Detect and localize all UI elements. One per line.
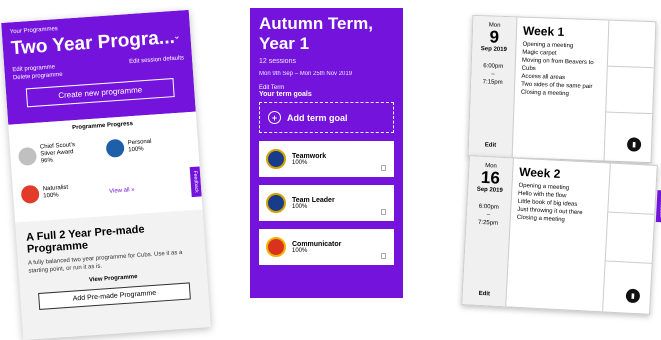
week-content: Week 2 Opening a meeting Hello with the … [517, 165, 600, 226]
grid-cell [606, 66, 654, 115]
badge-item[interactable]: Naturalist 100% [20, 183, 69, 204]
feedback-tab[interactable]: Feedback [655, 190, 661, 223]
term-title: Autumn Term, Year 1 [259, 14, 394, 54]
delete-icon[interactable] [381, 209, 386, 215]
feedback-tab[interactable]: Feedback [189, 166, 202, 198]
grid-cell [607, 20, 656, 69]
term-title-line2: Year 1 [259, 34, 310, 53]
term-panel: Autumn Term, Year 1 12 sessions Mon 9th … [250, 8, 403, 298]
month-year: Sep 2019 [476, 186, 503, 194]
add-premade-button[interactable]: Add Pre-made Programme [38, 282, 191, 310]
edit-week-link[interactable]: Edit [469, 142, 512, 149]
teamwork-badge-icon [266, 149, 286, 169]
week-title: Week 1 [522, 23, 565, 40]
week-date-column: Mon 9 Sep 2019 6:00pm – 7:15pm Edit [468, 15, 518, 158]
badge-pct: 100% [43, 192, 59, 200]
programme-panel: Your Programmes Two Year Progra... ⌄ Edi… [1, 9, 211, 340]
session-time: 6:00pm – 7:15pm [471, 62, 515, 87]
goal-pct: 100% [292, 159, 308, 166]
goal-card[interactable]: Teamwork 100% [259, 141, 394, 177]
week-card[interactable]: Mon 9 Sep 2019 6:00pm – 7:15pm Edit Week… [467, 14, 657, 164]
term-goals-heading: Your term goals [259, 91, 312, 98]
plus-icon: + [268, 111, 281, 124]
goal-name: Teamwork [292, 152, 327, 160]
chevron-down-icon[interactable]: ⌄ [173, 30, 181, 41]
badge-pct: 100% [128, 146, 144, 154]
programme-header: Your Programmes Two Year Progra... ⌄ Edi… [1, 9, 196, 125]
badge-item[interactable]: Chief Scout's Silver Award 96% [17, 142, 76, 167]
team-leader-badge-icon [266, 193, 286, 213]
goal-name: Team Leader [292, 196, 335, 204]
goal-card[interactable]: Team Leader 100% [259, 185, 394, 221]
programme-progress: Programme Progress Chief Scout's Silver … [8, 111, 203, 223]
naturalist-badge-icon [20, 184, 40, 204]
day-number: 16 [480, 167, 501, 188]
session-time: 6:00pm – 7:25pm [466, 202, 510, 228]
week-title: Week 2 [518, 164, 561, 181]
personal-badge-icon [105, 138, 125, 158]
goal-name: Communicator [292, 240, 342, 248]
week-content: Week 1 Opening a meeting Magic carpet Mo… [521, 24, 603, 100]
add-goal-button[interactable]: + Add term goal [259, 102, 394, 133]
grid-cell [605, 212, 655, 264]
badge-pct: 96% [40, 157, 54, 165]
edit-session-defaults-link[interactable]: Edit session defaults [129, 54, 185, 74]
week-card[interactable]: Mon 16 Sep 2019 6:00pm – 7:25pm Edit Wee… [461, 155, 661, 315]
add-goal-label: Add term goal [287, 112, 348, 123]
delete-icon[interactable] [381, 253, 386, 259]
delete-icon[interactable] [381, 165, 386, 171]
activity-list: Opening a meeting Magic carpet Moving on… [521, 41, 603, 100]
activity-list: Opening a meeting Hello with the flow Li… [517, 182, 599, 226]
end-time: 7:15pm [482, 79, 503, 86]
view-all-link[interactable]: View all » [109, 186, 135, 196]
premade-section: A Full 2 Year Pre-made Programme A fully… [15, 209, 209, 321]
month-year: Sep 2019 [480, 46, 507, 54]
edit-week-link[interactable]: Edit [463, 290, 506, 298]
week-date-column: Mon 16 Sep 2019 6:00pm – 7:25pm Edit [462, 156, 514, 307]
communicator-badge-icon [266, 237, 286, 257]
badge-item[interactable]: Personal 100% [105, 137, 153, 158]
end-time: 7:25pm [477, 219, 499, 227]
term-dates: Mon 9th Sep – Mon 25th Nov 2019 [259, 71, 353, 77]
goal-card[interactable]: Communicator 100% [259, 229, 394, 265]
goal-pct: 100% [292, 203, 308, 210]
day-number: 9 [489, 27, 500, 47]
term-sessions: 12 sessions [259, 58, 296, 65]
goal-pct: 100% [292, 247, 308, 254]
silver-award-badge-icon [17, 146, 38, 166]
term-title-line1: Autumn Term, [259, 14, 373, 33]
grid-cell [608, 163, 657, 215]
create-programme-button[interactable]: Create new programme [25, 78, 175, 108]
